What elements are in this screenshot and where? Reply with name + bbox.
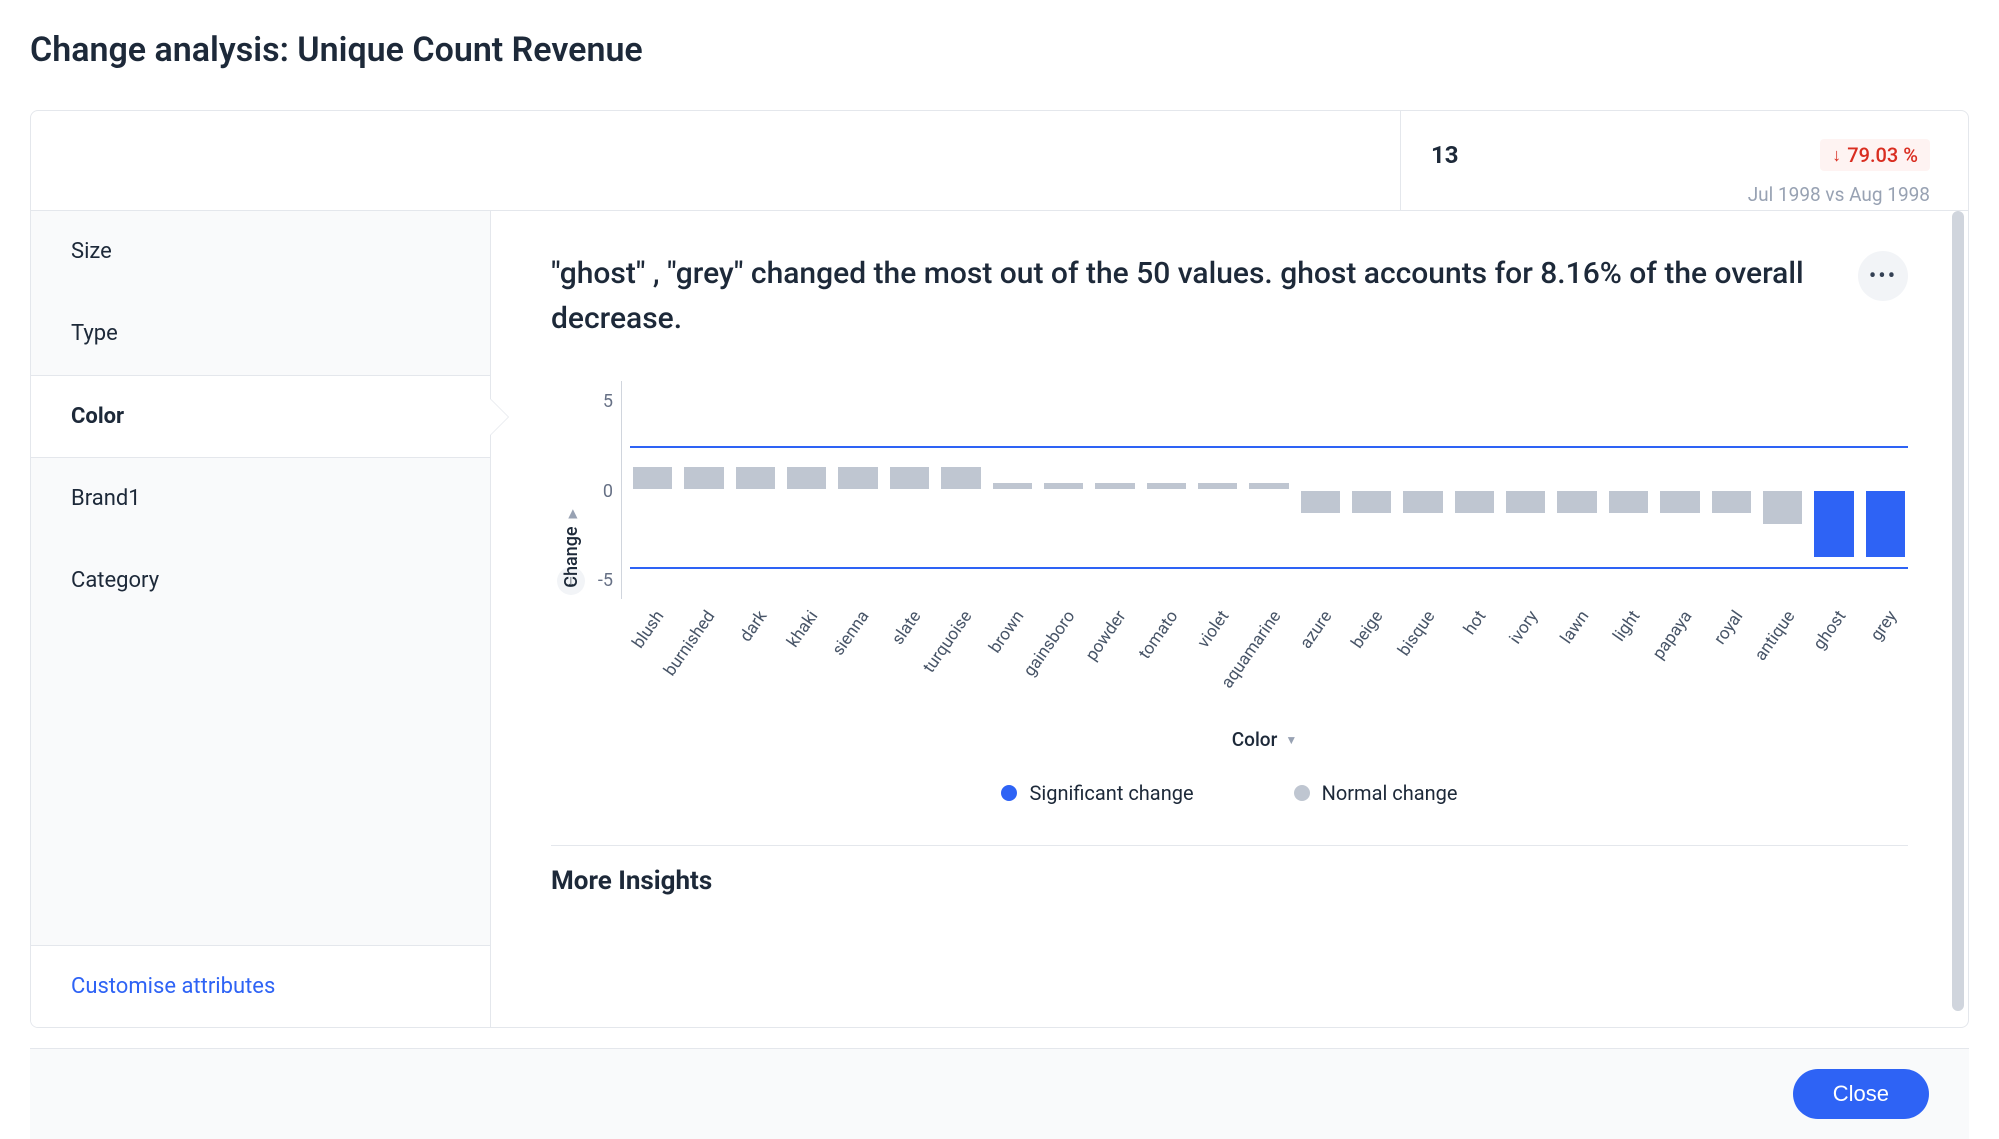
page-title: Change analysis: Unique Count Revenue [30, 30, 1969, 70]
footer: Close [30, 1048, 1969, 1139]
legend: Significant change Normal change [551, 781, 1908, 805]
x-tick-label: blush [628, 607, 668, 652]
sidebar-tab-color[interactable]: Color [31, 375, 490, 458]
bar-blush[interactable] [633, 467, 672, 489]
legend-dot-icon [1294, 785, 1310, 801]
chart: Change ▶ ↓ 50-5 bl [551, 381, 1908, 751]
bar-papaya[interactable] [1660, 491, 1699, 513]
bar-ghost[interactable] [1814, 491, 1853, 557]
sidebar-tab-size[interactable]: Size [31, 211, 490, 293]
bar-powder[interactable] [1095, 483, 1134, 490]
bar-slate[interactable] [890, 467, 929, 489]
x-tick-label: royal [1710, 607, 1747, 648]
stat-value: 13 [1431, 141, 1459, 169]
x-tick-label: antique [1750, 607, 1799, 665]
stat-delta-value: 79.03 % [1847, 143, 1918, 167]
x-tick-label: ivory [1505, 607, 1542, 648]
stat-delta-badge: ↓ 79.03 % [1820, 139, 1930, 171]
x-tick-label: grey [1867, 607, 1902, 645]
more-insights-heading: More Insights [551, 866, 1908, 902]
bar-royal[interactable] [1712, 491, 1751, 513]
sidebar-tab-type[interactable]: Type [31, 293, 490, 375]
plot-area [621, 381, 1908, 599]
sidebar-tab-category[interactable]: Category [31, 540, 490, 622]
bar-azure[interactable] [1301, 491, 1340, 513]
bar-beige[interactable] [1352, 491, 1391, 513]
bar-tomato[interactable] [1147, 483, 1186, 490]
caret-right-icon: ▶ [564, 509, 578, 518]
bar-grey[interactable] [1866, 491, 1905, 557]
bar-light[interactable] [1609, 491, 1648, 513]
ellipsis-icon: ••• [1869, 264, 1897, 289]
bar-antique[interactable] [1763, 491, 1802, 524]
bar-brown[interactable] [993, 483, 1032, 490]
legend-dot-icon [1001, 785, 1017, 801]
y-tick: 5 [603, 391, 613, 412]
x-tick-label: bisque [1394, 607, 1439, 660]
bar-turquoise[interactable] [941, 467, 980, 489]
bar-sienna[interactable] [838, 467, 877, 489]
y-tick: -5 [598, 570, 613, 591]
sidebar-tabs: SizeTypeColorBrand1Category [31, 211, 490, 622]
bar-hot[interactable] [1455, 491, 1494, 513]
analysis-card: 13 ↓ 79.03 % Jul 1998 vs Aug 1998 SizeTy… [30, 110, 1969, 1028]
x-tick-label: dark [735, 607, 770, 646]
x-axis-dropdown[interactable]: Color ▼ [621, 728, 1908, 751]
x-tick-label: violet [1194, 607, 1234, 652]
scrollbar[interactable] [1952, 211, 1964, 1011]
bar-aquamarine[interactable] [1249, 483, 1288, 490]
content-area: "ghost" , "grey" changed the most out of… [491, 211, 1968, 1027]
x-tick-label: khaki [783, 607, 822, 651]
close-button[interactable]: Close [1793, 1069, 1929, 1119]
y-ticks: 5 0 -5 [591, 391, 621, 591]
bar-violet[interactable] [1198, 483, 1237, 490]
divider [551, 845, 1908, 846]
x-tick-label: light [1610, 607, 1645, 645]
customise-attributes-link[interactable]: Customise attributes [31, 945, 490, 1027]
x-axis-label: Color [1232, 728, 1278, 751]
x-tick-label: hot [1460, 607, 1491, 639]
insight-text: "ghost" , "grey" changed the most out of… [551, 251, 1828, 341]
bar-burnished[interactable] [684, 467, 723, 489]
header-stat: 13 ↓ 79.03 % Jul 1998 vs Aug 1998 [1400, 111, 1960, 210]
arrow-down-icon: ↓ [1832, 145, 1841, 166]
caret-down-icon: ▼ [1285, 733, 1297, 747]
x-tick-label: tomato [1135, 607, 1183, 663]
sidebar: SizeTypeColorBrand1Category Customise at… [31, 211, 491, 1027]
card-header: 13 ↓ 79.03 % Jul 1998 vs Aug 1998 [31, 111, 1968, 211]
bar-ivory[interactable] [1506, 491, 1545, 513]
x-tick-label: beige [1348, 607, 1388, 652]
y-axis-label: Change ▶ [561, 509, 582, 588]
x-tick-label: ghost [1809, 607, 1850, 654]
stat-period: Jul 1998 vs Aug 1998 [1748, 183, 1930, 206]
x-tick-label: powder [1082, 607, 1131, 665]
bar-gainsboro[interactable] [1044, 483, 1083, 490]
bar-khaki[interactable] [787, 467, 826, 489]
legend-significant[interactable]: Significant change [1001, 781, 1193, 805]
bar-bisque[interactable] [1403, 491, 1442, 513]
legend-normal[interactable]: Normal change [1294, 781, 1458, 805]
x-tick-label: slate [888, 607, 925, 649]
sidebar-tab-brand1[interactable]: Brand1 [31, 458, 490, 540]
x-tick-label: papaya [1648, 607, 1696, 663]
x-tick-label: azure [1296, 607, 1336, 653]
x-tick-label: sienna [829, 607, 874, 659]
y-tick: 0 [603, 481, 613, 502]
bar-dark[interactable] [736, 467, 775, 489]
x-tick-label: lawn [1557, 607, 1594, 648]
x-tick-label: brown [985, 607, 1028, 657]
more-options-button[interactable]: ••• [1858, 251, 1908, 301]
bar-lawn[interactable] [1557, 491, 1596, 513]
